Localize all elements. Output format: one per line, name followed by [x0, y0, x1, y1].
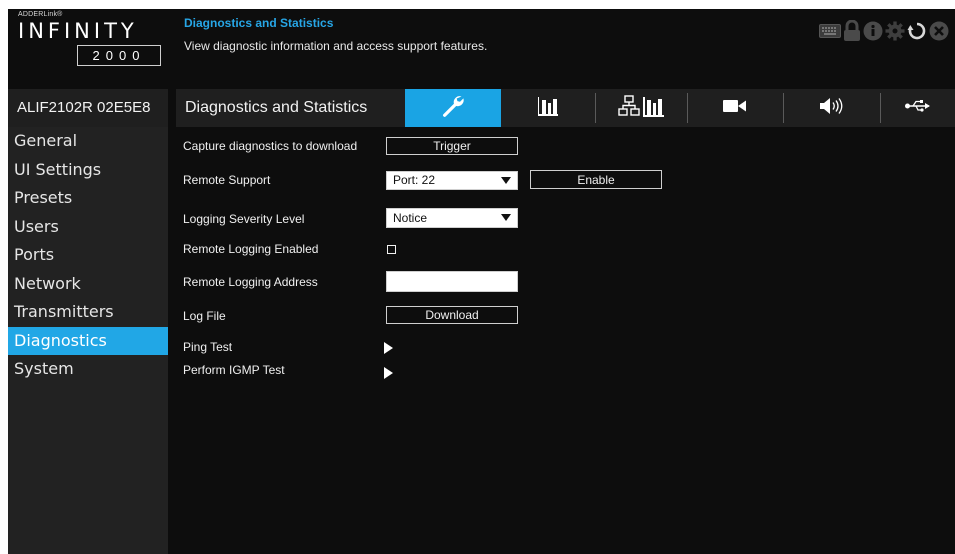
usb-icon: [904, 99, 931, 118]
settings-icon[interactable]: [885, 21, 905, 46]
sidebar-item-general[interactable]: General: [8, 127, 168, 156]
diagnostics-panel: Capture diagnostics to download Trigger …: [176, 127, 955, 554]
sidebar-item-diagnostics[interactable]: Diagnostics: [8, 326, 168, 355]
section-title: Diagnostics and Statistics: [185, 99, 368, 116]
sidebar-item-ui-settings[interactable]: UI Settings: [8, 156, 168, 185]
brand-name: INFINITY: [18, 19, 138, 43]
sidebar-item-ports[interactable]: Ports: [8, 241, 168, 270]
remote-logging-address-label: Remote Logging Address: [183, 275, 318, 289]
tab-statistics[interactable]: [501, 89, 595, 127]
audio-icon: [819, 97, 845, 120]
brand-small-text: ADDERLink®: [18, 11, 63, 18]
logging-severity-label: Logging Severity Level: [183, 212, 305, 226]
sidebar-item-system[interactable]: System: [8, 355, 168, 384]
sidebar-item-transmitters[interactable]: Transmitters: [8, 298, 168, 327]
network-stats-icon: [618, 94, 664, 122]
tab-network-stats[interactable]: [595, 89, 687, 127]
chevron-down-icon: [501, 177, 511, 184]
tab-audio[interactable]: [783, 89, 880, 127]
chevron-down-icon: [501, 214, 511, 221]
keyboard-icon[interactable]: [819, 23, 841, 43]
info-icon[interactable]: [863, 21, 883, 46]
bar-chart-icon: [537, 96, 558, 121]
lock-icon[interactable]: [843, 19, 861, 47]
tab-diagnostics[interactable]: [405, 89, 501, 127]
logging-severity-value: Notice: [393, 211, 428, 225]
adderlink-logo: ADDERLink® INFINITY 2000: [8, 9, 168, 89]
status-icons: [819, 19, 949, 47]
igmp-test-label: Perform IGMP Test: [183, 363, 285, 377]
sidebar-item-network[interactable]: Network: [8, 270, 168, 299]
enable-button[interactable]: Enable: [530, 170, 662, 189]
ping-test-label: Ping Test: [183, 340, 233, 354]
remote-logging-address-input[interactable]: [386, 271, 518, 292]
tab-usb[interactable]: [880, 89, 955, 127]
remote-support-port-value: Port: 22: [393, 173, 436, 187]
logging-severity-select[interactable]: Notice: [386, 208, 518, 228]
page-description: View diagnostic information and access s…: [184, 39, 488, 53]
remote-logging-enabled-checkbox[interactable]: [387, 245, 396, 254]
download-button[interactable]: Download: [386, 306, 518, 324]
device-id: ALIF2102R 02E5E8: [8, 89, 168, 127]
wrench-icon: [441, 94, 465, 123]
sidebar: General UI Settings Presets Users Ports …: [8, 127, 168, 554]
remote-logging-enabled-label: Remote Logging Enabled: [183, 242, 319, 256]
tab-bar: Diagnostics and Statistics: [176, 89, 955, 127]
sidebar-item-presets[interactable]: Presets: [8, 184, 168, 213]
video-icon: [723, 99, 747, 118]
page-title: Diagnostics and Statistics: [184, 16, 334, 30]
remote-support-label: Remote Support: [183, 173, 271, 187]
app-window: ADDERLink® INFINITY 2000 Diagnostics and…: [8, 9, 955, 554]
close-icon[interactable]: [929, 21, 949, 46]
brand-model: 2000: [77, 45, 161, 66]
trigger-button[interactable]: Trigger: [386, 137, 518, 155]
igmp-test-expand-icon[interactable]: [384, 367, 393, 379]
remote-support-port-select[interactable]: Port: 22: [386, 171, 518, 190]
log-file-label: Log File: [183, 309, 226, 323]
tab-video[interactable]: [687, 89, 783, 127]
capture-diagnostics-label: Capture diagnostics to download: [183, 139, 358, 153]
sidebar-item-users[interactable]: Users: [8, 213, 168, 242]
ping-test-expand-icon[interactable]: [384, 342, 393, 354]
refresh-icon[interactable]: [907, 21, 927, 46]
